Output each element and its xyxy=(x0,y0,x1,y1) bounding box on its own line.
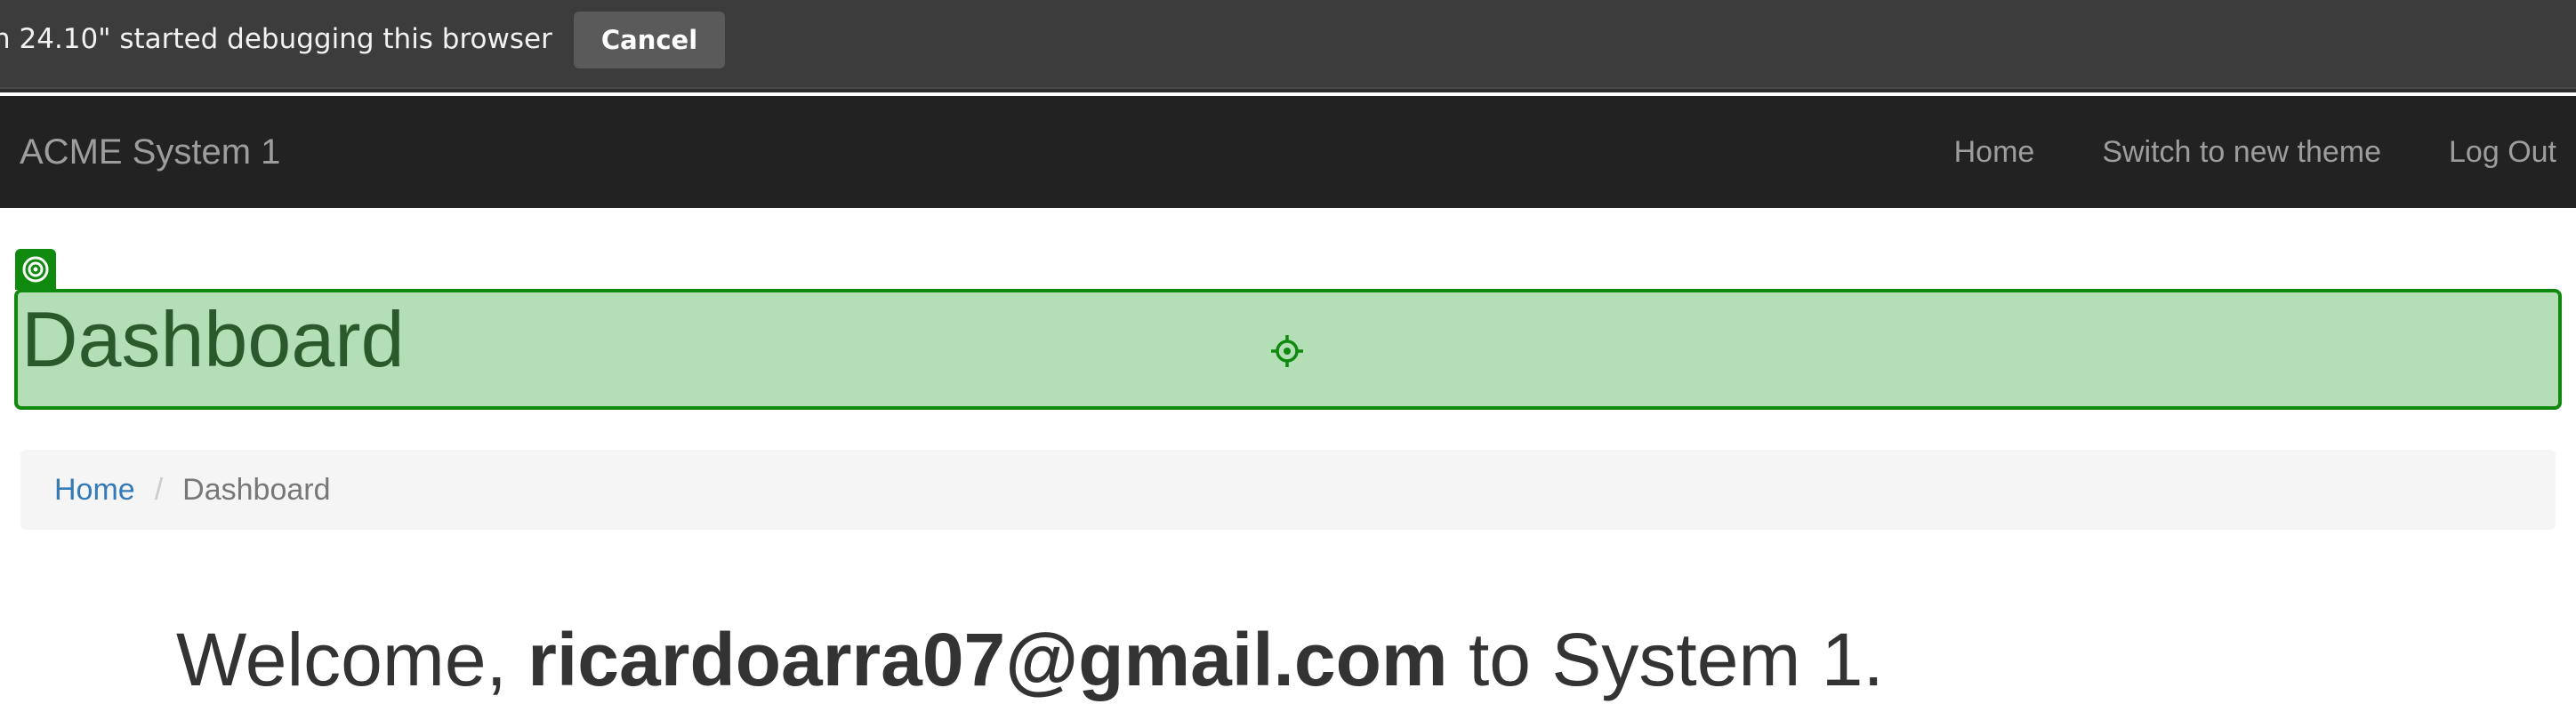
target-icon xyxy=(22,256,49,283)
welcome-user-email: ricardoarra07@gmail.com xyxy=(527,618,1448,701)
highlight-target-tab xyxy=(15,249,56,290)
welcome-suffix: to System 1. xyxy=(1447,618,1884,701)
nav-link-switch-theme[interactable]: Switch to new theme xyxy=(2102,133,2381,171)
top-navbar: ACME System 1 Home Switch to new theme L… xyxy=(0,96,2576,208)
nav-link-home[interactable]: Home xyxy=(1954,133,2035,171)
welcome-prefix: Welcome, xyxy=(176,618,528,701)
welcome-heading: Welcome, ricardoarra07@gmail.com to Syst… xyxy=(176,615,1884,704)
crosshair-icon xyxy=(1271,335,1303,367)
debug-infobar: n 24.10" started debugging this browser … xyxy=(0,0,2576,92)
navbar-links: Home Switch to new theme Log Out xyxy=(1954,133,2556,171)
breadcrumb-home-link[interactable]: Home xyxy=(54,473,135,508)
debug-message: n 24.10" started debugging this browser xyxy=(0,23,552,55)
navbar-brand[interactable]: ACME System 1 xyxy=(20,132,280,172)
nav-link-log-out[interactable]: Log Out xyxy=(2449,133,2556,171)
cancel-debugging-button[interactable]: Cancel xyxy=(574,12,725,68)
breadcrumb-separator: / xyxy=(154,472,164,507)
page-title: Dashboard xyxy=(21,295,405,383)
breadcrumb-current: Dashboard xyxy=(182,472,331,507)
breadcrumb: Home / Dashboard xyxy=(20,450,2556,530)
